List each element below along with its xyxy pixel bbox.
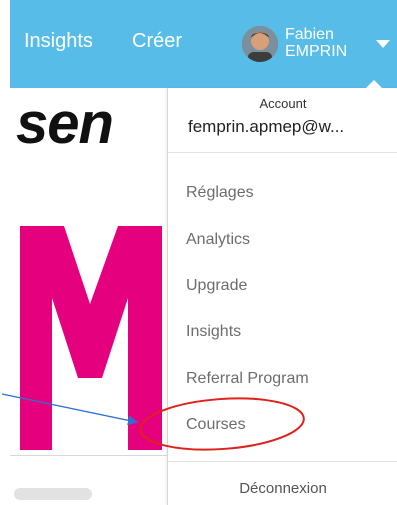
annotation-arrow — [1, 393, 138, 426]
annotation-highlight-ring — [139, 397, 305, 451]
annotation-overlay — [1, 393, 305, 451]
